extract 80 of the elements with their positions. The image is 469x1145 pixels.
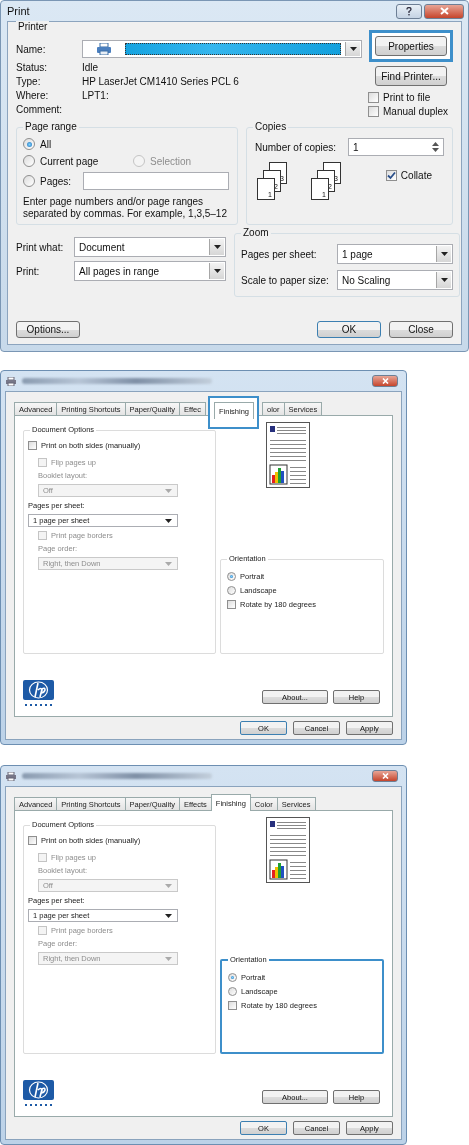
radio-label: Selection [150, 155, 192, 167]
radio-label: Current page [40, 155, 99, 167]
dropdown-arrow-icon [165, 956, 172, 961]
group-title: Zoom [241, 227, 271, 239]
field-value: HP LaserJet CM1410 Series PCL 6 [82, 75, 239, 87]
help-button[interactable] [396, 3, 422, 19]
field-label: Type: [16, 75, 42, 87]
radio-button[interactable] [227, 572, 236, 581]
printer-icon [6, 376, 16, 386]
logo-drawing [23, 1080, 55, 1108]
dropdown-arrow-icon [213, 245, 221, 249]
document-preview-drawing [266, 817, 310, 883]
printer-name-field[interactable] [82, 40, 362, 58]
field-value: Idle [82, 61, 99, 73]
copies-field[interactable]: 1 [348, 138, 444, 156]
checkbox[interactable] [368, 92, 379, 103]
printer-icon [6, 771, 16, 781]
close-button[interactable] [372, 375, 398, 387]
checkbox-label: Print to file [383, 92, 431, 103]
close-button[interactable] [424, 3, 464, 19]
checkbox[interactable] [28, 441, 37, 450]
radio-button[interactable] [23, 138, 35, 150]
dropdown-arrow-icon [165, 883, 172, 888]
radio-button[interactable] [228, 987, 237, 996]
field-label: Where: [16, 89, 50, 101]
ok-button[interactable]: OK [317, 321, 381, 338]
window-title: Print [7, 5, 30, 17]
dropdown-arrow-icon [440, 252, 448, 256]
dropdown-arrow-icon [440, 278, 448, 282]
pages-field[interactable] [83, 172, 229, 190]
group-title: Printer [16, 21, 50, 33]
checkbox[interactable] [368, 106, 379, 117]
spinner-icon [432, 141, 439, 153]
print-what-dropdown[interactable]: Document [74, 237, 226, 257]
dropdown-arrow-icon [349, 47, 357, 51]
group-title: Copies [253, 121, 289, 133]
radio-label: All [40, 138, 52, 150]
checkbox[interactable] [385, 170, 397, 181]
close-icon [381, 773, 389, 779]
dropdown-arrow-icon [165, 488, 172, 493]
field-value: 1 [353, 141, 359, 153]
zoom-dropdown[interactable]: No Scaling [337, 270, 453, 290]
close-dialog-button[interactable]: Close [389, 321, 453, 338]
logo-drawing [23, 680, 55, 708]
options-button[interactable]: Options... [16, 321, 80, 338]
checkbox[interactable] [227, 600, 236, 609]
dropdown-arrow-icon [165, 913, 172, 918]
field-label: Comment: [16, 103, 64, 115]
field-label: Scale to paper size: [241, 274, 330, 286]
field-label: Print: [16, 265, 41, 277]
checkbox[interactable] [28, 836, 37, 845]
radio-button[interactable] [228, 973, 237, 982]
checkbox-label: Collate [400, 170, 432, 181]
field-label: Pages per sheet: [241, 248, 318, 260]
field-label: Number of copies: [255, 141, 337, 153]
document-preview-drawing [266, 422, 310, 488]
dropdown-arrow-icon [213, 269, 221, 273]
radio-button[interactable] [23, 155, 35, 167]
find-printer-button[interactable]: Find Printer... [375, 66, 447, 86]
zoom-dropdown[interactable]: 1 page [337, 244, 453, 264]
close-icon [439, 7, 449, 15]
help-icon [406, 6, 412, 16]
dropdown-arrow-icon [165, 518, 172, 523]
close-icon [381, 378, 389, 384]
close-button[interactable] [372, 770, 398, 782]
dropdown-arrow-icon [165, 561, 172, 566]
radio-label: Pages: [40, 175, 73, 187]
radio-button[interactable] [23, 175, 35, 187]
properties-button[interactable]: Properties [375, 36, 447, 56]
field-label: Status: [16, 61, 49, 73]
field-label: Print what: [16, 241, 65, 253]
radio-button[interactable] [227, 586, 236, 595]
field-value: LPT1: [82, 89, 109, 101]
checkbox[interactable] [228, 1001, 237, 1010]
hint-text: Enter page numbers and/or page ranges separated by commas. For example, 1,3,5–12 [23, 196, 228, 220]
print-dropdown[interactable]: All pages in range [74, 261, 226, 281]
group-title: Page range [23, 121, 79, 133]
field-label: Name: [16, 43, 47, 55]
printer-icon [97, 43, 111, 55]
checkbox-label: Manual duplex [383, 106, 449, 117]
